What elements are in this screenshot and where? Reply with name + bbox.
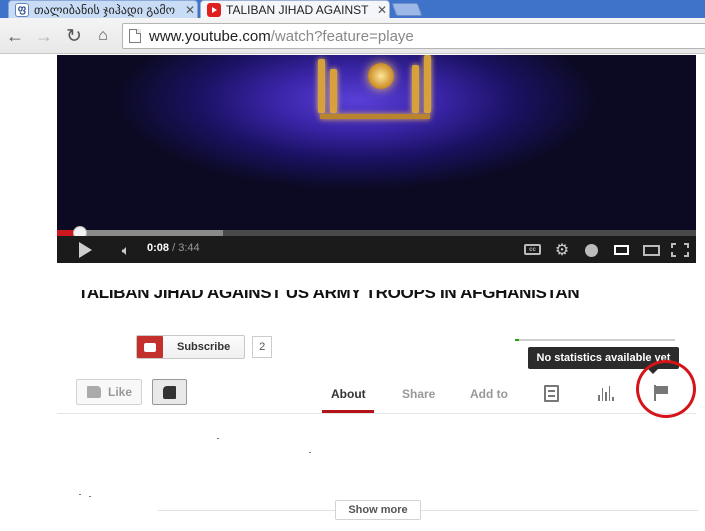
address-bar[interactable]: www.youtube.com/watch?feature=playe — [122, 23, 705, 49]
description-fragment — [217, 438, 219, 439]
dislike-button[interactable] — [152, 379, 187, 405]
duration: / 3:44 — [172, 242, 200, 254]
youtube-logo-icon — [137, 336, 163, 358]
close-tab-icon[interactable]: ✕ — [375, 3, 389, 17]
thumbs-up-icon — [87, 386, 101, 398]
description-fragment — [89, 496, 91, 497]
description-fragment — [309, 452, 311, 453]
like-button[interactable]: Like — [76, 379, 142, 405]
subscribe-button[interactable]: Subscribe — [136, 335, 246, 359]
video-logo-graphic — [312, 55, 442, 125]
browser-tab-youtube[interactable]: TALIBAN JIHAD AGAINST ✕ — [200, 0, 390, 18]
description-fragment — [79, 494, 81, 495]
video-title: TALIBAN JIHAD AGAINST US ARMY TROOPS IN … — [78, 283, 598, 301]
large-player-icon[interactable] — [643, 245, 660, 256]
forward-arrow-icon[interactable]: → — [33, 25, 55, 47]
settings-gear-icon[interactable]: ⚙ — [554, 241, 570, 259]
watch-later-icon[interactable] — [585, 244, 598, 257]
player-controls: 🔈︎ 0:08 / 3:44 cc ⚙ — [57, 236, 696, 263]
close-tab-icon[interactable]: ✕ — [183, 3, 197, 17]
subscriber-count: 2 — [252, 336, 273, 358]
show-more-divider — [158, 510, 698, 511]
current-time: 0:08 — [147, 242, 170, 254]
divider — [57, 413, 696, 414]
subscribe-area: Subscribe 2 — [136, 335, 273, 359]
reload-icon[interactable]: ↻ — [63, 25, 85, 47]
url-text: www.youtube.com/watch?feature=playe — [149, 27, 414, 45]
statistics-icon[interactable] — [598, 386, 614, 401]
tab-about[interactable]: About — [331, 387, 366, 401]
time-display: 0:08 / 3:44 — [147, 242, 200, 254]
volume-icon[interactable]: 🔈︎ — [115, 241, 137, 259]
home-icon[interactable]: ⌂ — [92, 25, 114, 47]
transcript-icon[interactable] — [544, 385, 559, 402]
georgian-site-favicon-icon: ფ — [15, 2, 29, 17]
fullscreen-icon[interactable] — [671, 243, 689, 257]
tab-title: თალიბანის ჯიჰადი გამო — [34, 2, 176, 17]
captions-icon[interactable]: cc — [524, 244, 541, 255]
annotation-circle — [636, 360, 696, 418]
youtube-favicon-icon — [207, 2, 221, 17]
tab-title: TALIBAN JIHAD AGAINST — [226, 2, 369, 17]
browser-toolbar: ← → ↻ ⌂ www.youtube.com/watch?feature=pl… — [0, 18, 705, 54]
browser-tab-strip: ფ თალიბანის ჯიჰადი გამო ✕ TALIBAN JIHAD … — [0, 0, 705, 18]
back-arrow-icon[interactable]: ← — [4, 25, 26, 47]
new-tab-button[interactable] — [391, 3, 423, 16]
thumbs-down-icon — [163, 385, 176, 399]
video-frame[interactable] — [57, 55, 696, 230]
like-sentiment-bar — [515, 339, 675, 341]
theater-mode-icon[interactable] — [614, 245, 629, 255]
youtube-watch-page: 🔈︎ 0:08 / 3:44 cc ⚙ TALIBAN JIHAD AGAINS… — [0, 55, 705, 531]
show-more-button[interactable]: Show more — [335, 500, 421, 520]
play-icon[interactable] — [77, 241, 93, 259]
page-icon — [129, 29, 141, 43]
tab-add-to[interactable]: Add to — [470, 387, 508, 401]
video-player[interactable]: 🔈︎ 0:08 / 3:44 cc ⚙ — [57, 55, 696, 263]
tab-share[interactable]: Share — [402, 387, 435, 401]
browser-tab-georgian[interactable]: ფ თალიბანის ჯიჰადი გამო ✕ — [8, 0, 198, 18]
